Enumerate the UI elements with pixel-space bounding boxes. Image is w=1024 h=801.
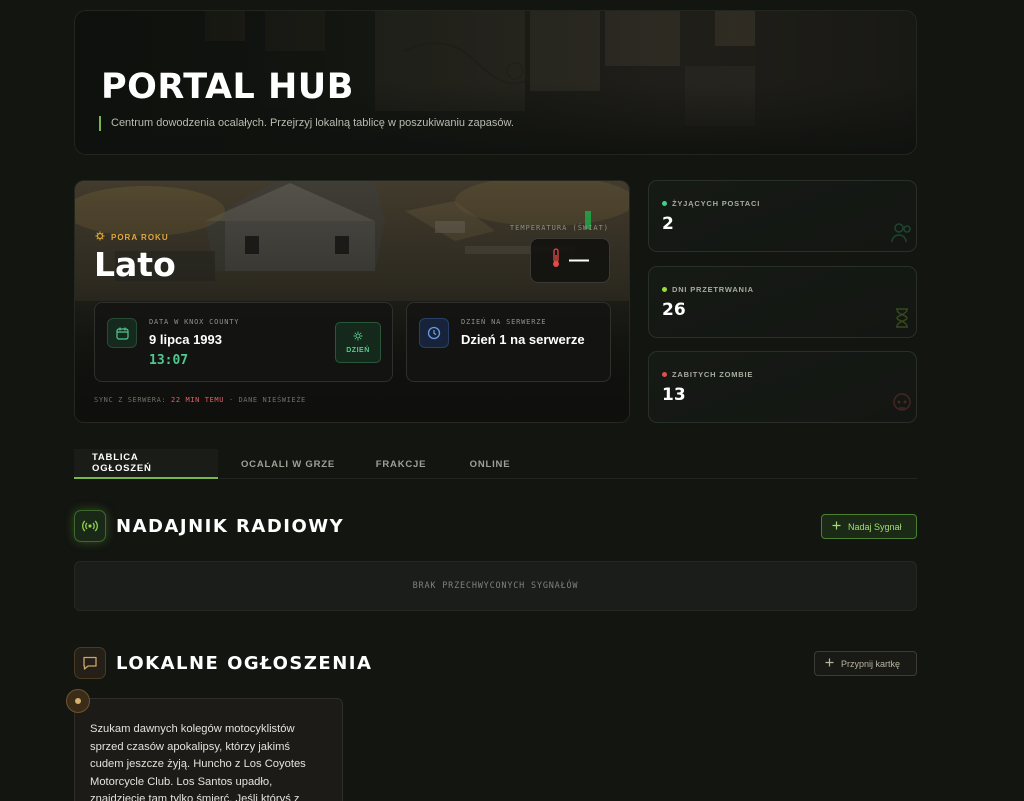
plus-icon — [832, 521, 841, 532]
date-value: 9 lipca 1993 — [149, 332, 222, 347]
date-label: DATA W KNOX COUNTY — [149, 318, 240, 326]
calendar-icon — [107, 318, 137, 348]
status-dot — [662, 201, 667, 206]
server-day-value: Dzień 1 na serwerze — [461, 332, 585, 347]
stat-label-text: ZABITYCH ZOMBIE — [672, 370, 754, 379]
radio-signal-icon — [74, 510, 106, 542]
stat-value: 2 — [662, 214, 674, 234]
page-title: PORTAL HUB — [101, 67, 354, 107]
users-icon — [890, 220, 914, 249]
sync-prefix: SYNC Z SERWERA: — [94, 396, 167, 404]
tab-online[interactable]: ONLINE — [444, 449, 536, 479]
status-dot — [662, 372, 667, 377]
sync-ago: 22 MIN TEMU — [171, 396, 225, 404]
pin-icon — [66, 689, 90, 713]
stat-label-text: ŻYJĄCYCH POSTACI — [672, 199, 761, 208]
day-badge: DZIEŃ — [335, 322, 381, 363]
tab-bar: TABLICA OGŁOSZEŃ OCALALI W GRZE FRAKCJE … — [74, 449, 917, 479]
season-label-text: PORA ROKU — [111, 232, 169, 242]
message-icon — [74, 647, 106, 679]
stat-label: DNI PRZETRWANIA — [662, 285, 754, 294]
date-card: DATA W KNOX COUNTY 9 lipca 1993 13:07 DZ… — [94, 302, 393, 382]
server-day-card: DZIEŃ NA SERWERZE Dzień 1 na serwerze — [406, 302, 611, 382]
clock-icon — [419, 318, 449, 348]
sun-icon — [95, 231, 105, 243]
radio-section-title: NADAJNIK RADIOWY — [116, 515, 345, 537]
note-text: Szukam dawnych kolegów motocyklistów spr… — [90, 723, 306, 801]
pin-note-label: Przypnij kartkę — [841, 658, 901, 669]
hero-banner: PORTAL HUB Centrum dowodzenia ocalałych.… — [74, 10, 917, 155]
page-subtitle: Centrum dowodzenia ocalałych. Przejrzyj … — [99, 116, 514, 131]
skull-icon — [890, 391, 914, 420]
stat-label: ZABITYCH ZOMBIE — [662, 370, 753, 379]
tab-survivors[interactable]: OCALALI W GRZE — [218, 449, 358, 479]
sync-status: SYNC Z SERWERA: 22 MIN TEMU · DANE NIEŚW… — [94, 396, 306, 404]
hourglass-icon — [890, 306, 914, 335]
stat-card-alive: ŻYJĄCYCH POSTACI 2 — [648, 180, 917, 252]
stat-card-zombies: ZABITYCH ZOMBIE 13 — [648, 351, 917, 423]
time-value: 13:07 — [149, 353, 189, 368]
status-dot — [662, 287, 667, 292]
season-card: PORA ROKU Lato TEMPERATURA (ŚWIAT) — DAT… — [74, 180, 630, 423]
thermometer-icon — [551, 248, 561, 273]
stat-card-days: DNI PRZETRWANIA 26 — [648, 266, 917, 338]
radio-section-header: NADAJNIK RADIOWY — [74, 510, 344, 542]
temperature-value: — — [569, 249, 589, 271]
pinned-note[interactable]: Szukam dawnych kolegów motocyklistów spr… — [74, 698, 343, 801]
sync-suffix: · DANE NIEŚWIEŻE — [228, 396, 306, 404]
board-section-title: LOKALNE OGŁOSZENIA — [116, 652, 373, 674]
pin-note-button[interactable]: Przypnij kartkę — [814, 651, 917, 676]
temperature-box: — — [530, 238, 610, 283]
plus-icon — [825, 658, 834, 669]
temperature-label: TEMPERATURA (ŚWIAT) — [509, 224, 609, 232]
tab-factions[interactable]: FRAKCJE — [358, 449, 444, 479]
server-day-label: DZIEŃ NA SERWERZE — [461, 318, 547, 326]
board-section-header: LOKALNE OGŁOSZENIA — [74, 647, 372, 679]
stat-label: ŻYJĄCYCH POSTACI — [662, 199, 760, 208]
stat-value: 26 — [662, 300, 686, 320]
day-badge-label: DZIEŃ — [346, 347, 370, 354]
broadcast-signal-button[interactable]: Nadaj Sygnał — [821, 514, 917, 539]
signals-empty-state: BRAK PRZECHWYCONYCH SYGNAŁÓW — [74, 561, 917, 611]
broadcast-signal-label: Nadaj Sygnał — [848, 521, 902, 532]
sun-small-icon — [353, 331, 363, 343]
season-label: PORA ROKU — [95, 231, 169, 243]
stat-label-text: DNI PRZETRWANIA — [672, 285, 754, 294]
pin-dot — [75, 698, 81, 704]
season-name: Lato — [94, 245, 176, 284]
stat-value: 13 — [662, 385, 686, 405]
tab-bulletin-board[interactable]: TABLICA OGŁOSZEŃ — [74, 449, 218, 479]
